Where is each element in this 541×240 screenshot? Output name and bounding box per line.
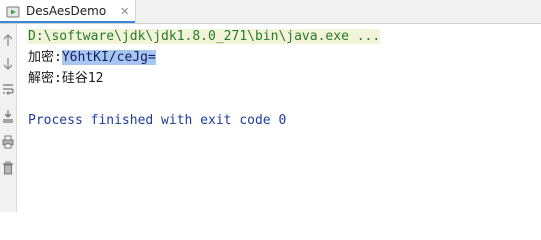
print-icon[interactable] — [2, 134, 14, 149]
close-icon[interactable]: ✕ — [120, 5, 129, 18]
tab-desaesdemo[interactable]: DesAesDemo ✕ — [0, 0, 137, 23]
decrypt-line: 解密:硅谷12 — [28, 71, 104, 86]
soft-wrap-icon[interactable] — [2, 81, 14, 95]
encrypt-label: 加密: — [28, 50, 62, 65]
command-line: D:\software\jdk\jdk1.8.0_271\bin\java.ex… — [28, 26, 541, 47]
exit-message: Process finished with exit code 0 — [28, 113, 287, 128]
console-output[interactable]: D:\software\jdk\jdk1.8.0_271\bin\java.ex… — [28, 26, 541, 131]
arrow-down-icon[interactable] — [2, 56, 14, 70]
console-toolbar — [0, 24, 17, 212]
command-text: D:\software\jdk\jdk1.8.0_271\bin\java.ex… — [28, 29, 381, 44]
trash-icon[interactable] — [2, 160, 14, 175]
encrypt-value-selected[interactable]: Y6htKI/ceJg= — [61, 50, 156, 65]
encrypt-line: 加密:Y6htKI/ceJg= — [28, 47, 541, 68]
tab-title: DesAesDemo — [26, 4, 107, 18]
arrow-up-icon[interactable] — [2, 32, 14, 46]
tab-bar: DesAesDemo ✕ — [0, 0, 541, 24]
scroll-to-end-icon[interactable] — [2, 108, 14, 123]
run-config-icon — [6, 4, 20, 18]
